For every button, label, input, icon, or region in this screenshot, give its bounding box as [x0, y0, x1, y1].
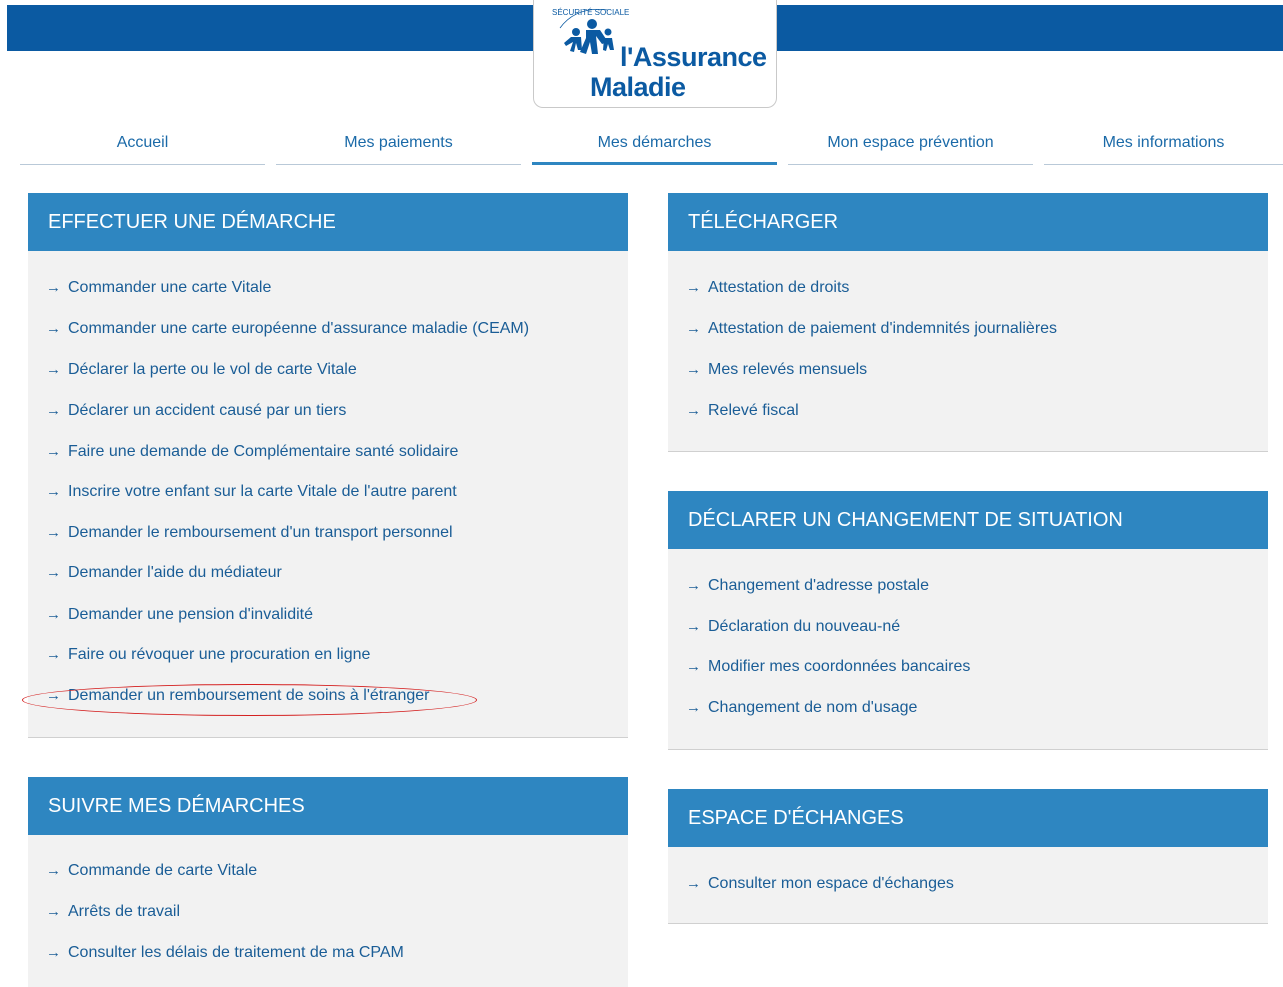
- nav-mes-demarches[interactable]: Mes démarches: [532, 130, 777, 165]
- arrow-right-icon: →: [46, 903, 61, 920]
- arrow-right-icon: →: [686, 875, 701, 892]
- link-label: Déclarer un accident causé par un tiers: [68, 402, 347, 419]
- link-label: Changement d'adresse postale: [708, 577, 929, 594]
- link-label: Commander une carte européenne d'assuran…: [68, 320, 530, 337]
- arrow-right-icon: →: [46, 443, 61, 460]
- link-label: Faire une demande de Complémentaire sant…: [68, 443, 459, 460]
- link-label: Faire ou révoquer une procuration en lig…: [68, 646, 371, 663]
- link-label: Commander une carte Vitale: [68, 279, 272, 296]
- link-nouveau-ne[interactable]: → Déclaration du nouveau-né: [686, 618, 900, 636]
- panel-telecharger: TÉLÉCHARGER → Attestation de droits → Atte…: [668, 193, 1268, 452]
- arrow-right-icon: →: [46, 279, 61, 296]
- link-attestation-ij[interactable]: → Attestation de paiement d'indemnités jo…: [686, 320, 1057, 338]
- logo-title-line1: l'Assurance: [620, 42, 767, 72]
- link-label: Demander l'aide du médiateur: [68, 564, 282, 581]
- arrow-right-icon: →: [686, 618, 701, 635]
- link-transport-personnel[interactable]: → Demander le remboursement d'un transpor…: [46, 524, 453, 542]
- link-releves-mensuels[interactable]: → Mes relevés mensuels: [686, 361, 867, 379]
- link-label: Arrêts de travail: [68, 903, 181, 920]
- link-label: Déclarer la perte ou le vol de carte Vit…: [68, 361, 357, 378]
- arrow-right-icon: →: [46, 361, 61, 378]
- link-label: Déclaration du nouveau-né: [708, 618, 901, 635]
- link-commander-ceam[interactable]: → Commander une carte européenne d'assura…: [46, 320, 529, 338]
- arrow-right-icon: →: [46, 606, 61, 623]
- link-procuration[interactable]: → Faire ou révoquer une procuration en li…: [46, 646, 370, 664]
- nav-mon-espace-prevention[interactable]: Mon espace prévention: [788, 130, 1033, 165]
- link-label: Consulter les délais de traitement de ma…: [68, 944, 404, 961]
- link-label: Mes relevés mensuels: [708, 361, 868, 378]
- link-attestation-droits[interactable]: → Attestation de droits: [686, 279, 849, 297]
- arrow-right-icon: →: [686, 402, 701, 419]
- nav-mes-paiements[interactable]: Mes paiements: [276, 130, 521, 165]
- arrow-right-icon: →: [46, 687, 61, 704]
- arrow-right-icon: →: [46, 524, 61, 541]
- arrow-right-icon: →: [46, 862, 61, 879]
- arrow-right-icon: →: [686, 699, 701, 716]
- link-label: Demander un remboursement de soins à l'é…: [68, 687, 430, 704]
- link-delais-cpam[interactable]: → Consulter les délais de traitement de m…: [46, 944, 404, 962]
- panel-espace-echanges: ESPACE D'ÉCHANGES → Consulter mon espace …: [668, 789, 1268, 924]
- link-label: Demander une pension d'invalidité: [68, 606, 313, 623]
- arrow-right-icon: →: [686, 658, 701, 675]
- link-commander-carte-vitale[interactable]: → Commander une carte Vitale: [46, 279, 271, 297]
- link-nom-usage[interactable]: → Changement de nom d'usage: [686, 699, 917, 717]
- link-label: Changement de nom d'usage: [708, 699, 918, 716]
- main-navigation: Accueil Mes paiements Mes démarches Mon …: [20, 130, 1283, 166]
- link-label: Relevé fiscal: [708, 402, 799, 419]
- arrow-right-icon: →: [46, 483, 61, 500]
- link-inscrire-enfant[interactable]: → Inscrire votre enfant sur la carte Vita…: [46, 483, 457, 501]
- link-label: Consulter mon espace d'échanges: [708, 875, 954, 892]
- link-mediateur[interactable]: → Demander l'aide du médiateur: [46, 564, 282, 582]
- nav-mes-informations[interactable]: Mes informations: [1044, 130, 1283, 165]
- link-label: Demander le remboursement d'un transport…: [68, 524, 453, 541]
- arrow-right-icon: →: [686, 361, 701, 378]
- link-label: Modifier mes coordonnées bancaires: [708, 658, 971, 675]
- arrow-right-icon: →: [46, 402, 61, 419]
- panel-suivre-demarches: SUIVRE MES DÉMARCHES → Commande de carte …: [28, 777, 628, 987]
- link-accident-tiers[interactable]: → Déclarer un accident causé par un tiers: [46, 402, 346, 420]
- link-perte-vol-carte[interactable]: → Déclarer la perte ou le vol de carte Vi…: [46, 361, 357, 379]
- link-soins-etranger[interactable]: → Demander un remboursement de soins à l'…: [46, 687, 429, 705]
- arrow-right-icon: →: [46, 646, 61, 663]
- panel-title: SUIVRE MES DÉMARCHES: [28, 777, 628, 835]
- arrow-right-icon: →: [686, 279, 701, 296]
- link-label: Inscrire votre enfant sur la carte Vital…: [68, 483, 457, 500]
- arrow-right-icon: →: [46, 320, 61, 337]
- logo-title-line2: Maladie: [590, 72, 686, 102]
- panel-title: EFFECTUER UNE DÉMARCHE: [28, 193, 628, 251]
- link-label: Commande de carte Vitale: [68, 862, 258, 879]
- nav-accueil[interactable]: Accueil: [20, 130, 265, 165]
- panel-title: TÉLÉCHARGER: [668, 193, 1268, 251]
- link-coordonnees-bancaires[interactable]: → Modifier mes coordonnées bancaires: [686, 658, 970, 676]
- link-label: Attestation de droits: [708, 279, 850, 296]
- panel-declarer-changement: DÉCLARER UN CHANGEMENT DE SITUATION → Cha…: [668, 491, 1268, 750]
- link-releve-fiscal[interactable]: → Relevé fiscal: [686, 402, 799, 420]
- logo-arc-text: SÉCURITÉ SOCIALE: [552, 8, 630, 17]
- panel-title: DÉCLARER UN CHANGEMENT DE SITUATION: [668, 491, 1268, 549]
- panel-effectuer-demarche: EFFECTUER UNE DÉMARCHE → Commander une ca…: [28, 193, 628, 738]
- link-label: Attestation de paiement d'indemnités jou…: [708, 320, 1058, 337]
- link-espace-echanges[interactable]: → Consulter mon espace d'échanges: [686, 875, 954, 893]
- link-pension-invalidite[interactable]: → Demander une pension d'invalidité: [46, 606, 313, 624]
- brand-logo[interactable]: SÉCURITÉ SOCIALE l'Assurance Maladie: [533, 0, 777, 108]
- arrow-right-icon: →: [46, 564, 61, 581]
- arrow-right-icon: →: [46, 944, 61, 961]
- link-changement-adresse[interactable]: → Changement d'adresse postale: [686, 577, 929, 595]
- panel-title: ESPACE D'ÉCHANGES: [668, 789, 1268, 847]
- link-commande-carte-vitale[interactable]: → Commande de carte Vitale: [46, 862, 257, 880]
- link-complementaire-sante[interactable]: → Faire une demande de Complémentaire san…: [46, 443, 458, 461]
- arrow-right-icon: →: [686, 577, 701, 594]
- arrow-right-icon: →: [686, 320, 701, 337]
- link-arrets-travail[interactable]: → Arrêts de travail: [46, 903, 180, 921]
